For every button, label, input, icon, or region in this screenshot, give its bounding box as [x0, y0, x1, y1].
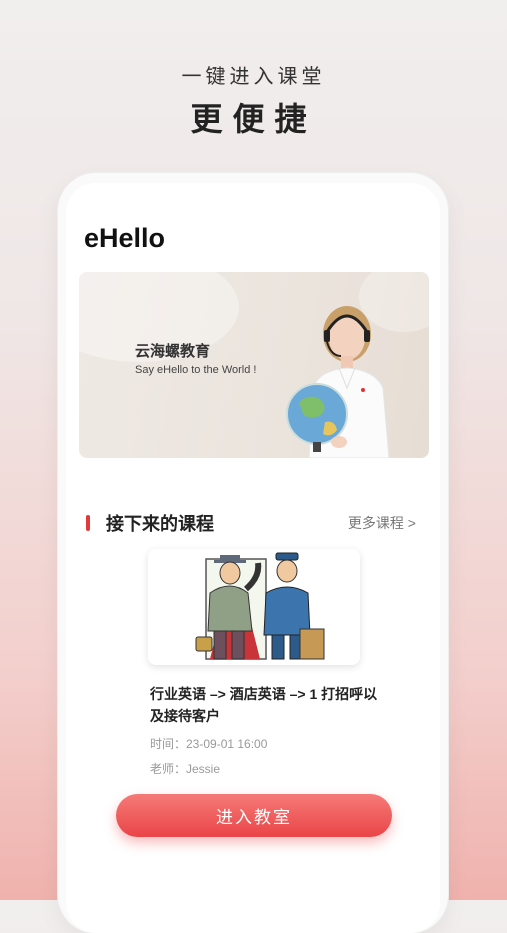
- course-teacher: 老师：Jessie: [150, 762, 221, 776]
- enter-classroom-button[interactable]: 进入教室: [116, 794, 392, 837]
- banner-slogan: Say eHello to the World !: [135, 364, 257, 376]
- course-time: 时间：23-09-01 16:00: [150, 737, 268, 751]
- course-thumbnail[interactable]: [148, 549, 360, 665]
- app-title: eHello: [84, 223, 166, 253]
- promo-banner[interactable]: 云海螺教育 Say eHello to the World !: [79, 272, 429, 458]
- app-screen: eHello 云海螺教育 Say eHello to the World ! 接…: [66, 183, 440, 933]
- banner-brand: 云海螺教育: [135, 343, 211, 360]
- hotel-greeting-illustration: [148, 549, 360, 665]
- promo-title: 更便捷: [190, 101, 317, 137]
- phone-frame: eHello 云海螺教育 Say eHello to the World ! 接…: [58, 173, 448, 933]
- promo-subtitle: 一键进入课堂: [181, 66, 326, 88]
- section-title: 接下来的课程: [106, 514, 214, 534]
- section-accent-bar: [86, 515, 90, 531]
- course-name: 行业英语 –> 酒店英语 –> 1 打招呼以及接待客户: [150, 686, 378, 724]
- more-courses-link[interactable]: 更多课程 >: [348, 513, 416, 533]
- teacher-with-globe-image: [286, 306, 390, 458]
